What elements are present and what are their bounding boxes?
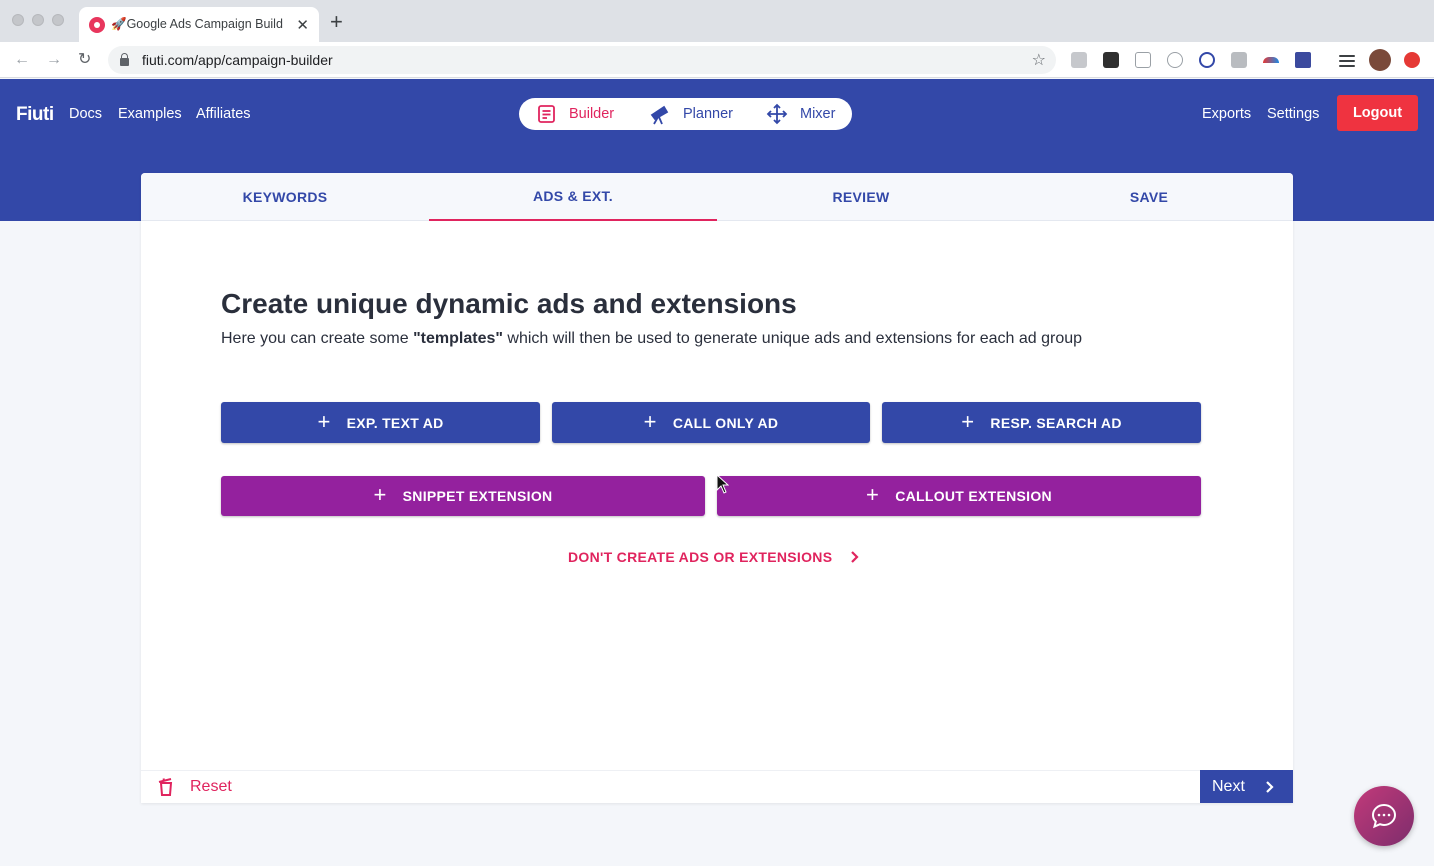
page-title: Create unique dynamic ads and extensions bbox=[221, 288, 797, 319]
button-label: CALLOUT EXTENSION bbox=[895, 488, 1052, 504]
bookmark-star-icon[interactable]: ☆ bbox=[1032, 50, 1046, 70]
fiuti-favicon-icon bbox=[89, 16, 105, 33]
mouse-cursor-icon bbox=[716, 474, 729, 494]
logout-button[interactable]: Logout bbox=[1337, 95, 1418, 131]
add-callout-extension-button[interactable]: + CALLOUT EXTENSION bbox=[717, 476, 1201, 516]
lock-icon bbox=[120, 53, 129, 66]
button-label: RESP. SEARCH AD bbox=[990, 414, 1122, 431]
browser-tab-title: 🚀Google Ads Campaign Build bbox=[111, 17, 283, 31]
nav-link-affiliates[interactable]: Affiliates bbox=[196, 106, 251, 122]
mode-builder[interactable]: Builder bbox=[537, 98, 614, 130]
tab-ads-ext[interactable]: ADS & EXT. bbox=[429, 173, 717, 221]
tools-extension-icon[interactable] bbox=[1295, 52, 1311, 68]
window-minimize-control[interactable] bbox=[32, 14, 44, 26]
step-tabs: KEYWORDS ADS & EXT. REVIEW SAVE bbox=[141, 173, 1293, 221]
reset-button[interactable]: Reset bbox=[157, 777, 232, 797]
window-close-control[interactable] bbox=[12, 14, 24, 26]
reset-label: Reset bbox=[190, 778, 232, 795]
card-footer: Reset Next bbox=[141, 770, 1293, 803]
tab-close-icon[interactable]: ✕ bbox=[296, 16, 309, 34]
tab-save[interactable]: SAVE bbox=[1005, 173, 1293, 221]
arrows-move-icon bbox=[766, 103, 788, 125]
add-resp-search-ad-button[interactable]: + RESP. SEARCH AD bbox=[882, 402, 1201, 443]
mode-mixer[interactable]: Mixer bbox=[766, 98, 835, 130]
chevron-right-icon bbox=[851, 551, 859, 563]
add-snippet-extension-button[interactable]: + SNIPPET EXTENSION bbox=[221, 476, 705, 516]
plus-icon: + bbox=[317, 408, 331, 434]
mode-planner[interactable]: Planner bbox=[649, 98, 733, 130]
nav-link-examples[interactable]: Examples bbox=[118, 106, 182, 122]
plus-icon: + bbox=[643, 408, 657, 434]
browser-tabstrip: 🚀Google Ads Campaign Build ✕ + bbox=[0, 0, 1434, 42]
browser-tab[interactable]: 🚀Google Ads Campaign Build ✕ bbox=[79, 7, 319, 42]
extension-icon[interactable] bbox=[1071, 52, 1087, 68]
chat-icon bbox=[1371, 803, 1397, 829]
mode-planner-label: Planner bbox=[683, 106, 733, 122]
brand-logo[interactable]: Fiuti bbox=[16, 104, 54, 126]
media-queue-icon[interactable] bbox=[1339, 55, 1355, 57]
url-text: fiuti.com/app/campaign-builder bbox=[142, 52, 333, 68]
mode-builder-label: Builder bbox=[569, 106, 615, 122]
mode-switch: Builder Planner Mixer bbox=[519, 98, 852, 130]
profile-avatar[interactable] bbox=[1369, 49, 1391, 71]
nav-link-exports[interactable]: Exports bbox=[1202, 106, 1251, 122]
forward-icon[interactable]: → bbox=[46, 50, 62, 70]
update-extension-icon[interactable] bbox=[1404, 52, 1420, 68]
new-tab-button[interactable]: + bbox=[330, 11, 343, 33]
nav-link-settings[interactable]: Settings bbox=[1267, 106, 1319, 122]
chat-widget-button[interactable] bbox=[1354, 786, 1414, 846]
telescope-icon bbox=[650, 105, 669, 125]
medium-extension-icon[interactable] bbox=[1103, 52, 1119, 68]
plus-icon: + bbox=[961, 408, 975, 434]
button-label: SNIPPET EXTENSION bbox=[402, 488, 553, 504]
add-call-only-ad-button[interactable]: + CALL ONLY AD bbox=[552, 402, 870, 443]
mode-mixer-label: Mixer bbox=[800, 106, 836, 122]
plus-icon: + bbox=[866, 482, 880, 507]
arc-extension-icon[interactable] bbox=[1263, 57, 1279, 63]
globe-extension-icon[interactable] bbox=[1167, 52, 1183, 68]
browser-toolbar: ← → ↻ fiuti.com/app/campaign-builder ☆ bbox=[0, 42, 1434, 78]
tab-review[interactable]: REVIEW bbox=[717, 173, 1005, 221]
window-maximize-control[interactable] bbox=[52, 14, 64, 26]
subtitle-text: Here you can create some bbox=[221, 330, 414, 347]
back-icon[interactable]: ← bbox=[14, 50, 30, 70]
button-label: CALL ONLY AD bbox=[672, 414, 779, 431]
subtitle-emphasis: "templates" bbox=[413, 330, 503, 347]
page-extension-icon[interactable] bbox=[1135, 52, 1151, 68]
chevron-right-icon bbox=[1266, 780, 1274, 793]
skip-ads-label: DON'T CREATE ADS OR EXTENSIONS bbox=[568, 549, 833, 565]
page-subtitle: Here you can create some "templates" whi… bbox=[221, 330, 1082, 348]
add-exp-text-ad-button[interactable]: + EXP. TEXT AD bbox=[221, 402, 540, 443]
button-label: EXP. TEXT AD bbox=[346, 414, 444, 431]
address-bar[interactable]: fiuti.com/app/campaign-builder ☆ bbox=[108, 46, 1056, 74]
trash-icon bbox=[158, 778, 173, 796]
next-label: Next bbox=[1212, 777, 1245, 795]
next-button[interactable]: Next bbox=[1200, 770, 1293, 803]
nav-link-docs[interactable]: Docs bbox=[69, 106, 102, 122]
search-extension-icon[interactable] bbox=[1199, 52, 1215, 68]
subtitle-text: which will then be used to generate uniq… bbox=[502, 330, 1083, 347]
tab-keywords[interactable]: KEYWORDS bbox=[141, 173, 429, 221]
builder-list-icon bbox=[538, 105, 555, 123]
skip-ads-link[interactable]: DON'T CREATE ADS OR EXTENSIONS bbox=[568, 548, 860, 566]
plus-icon: + bbox=[373, 482, 387, 507]
reload-icon[interactable]: ↻ bbox=[78, 50, 91, 70]
note-extension-icon[interactable] bbox=[1231, 52, 1247, 68]
